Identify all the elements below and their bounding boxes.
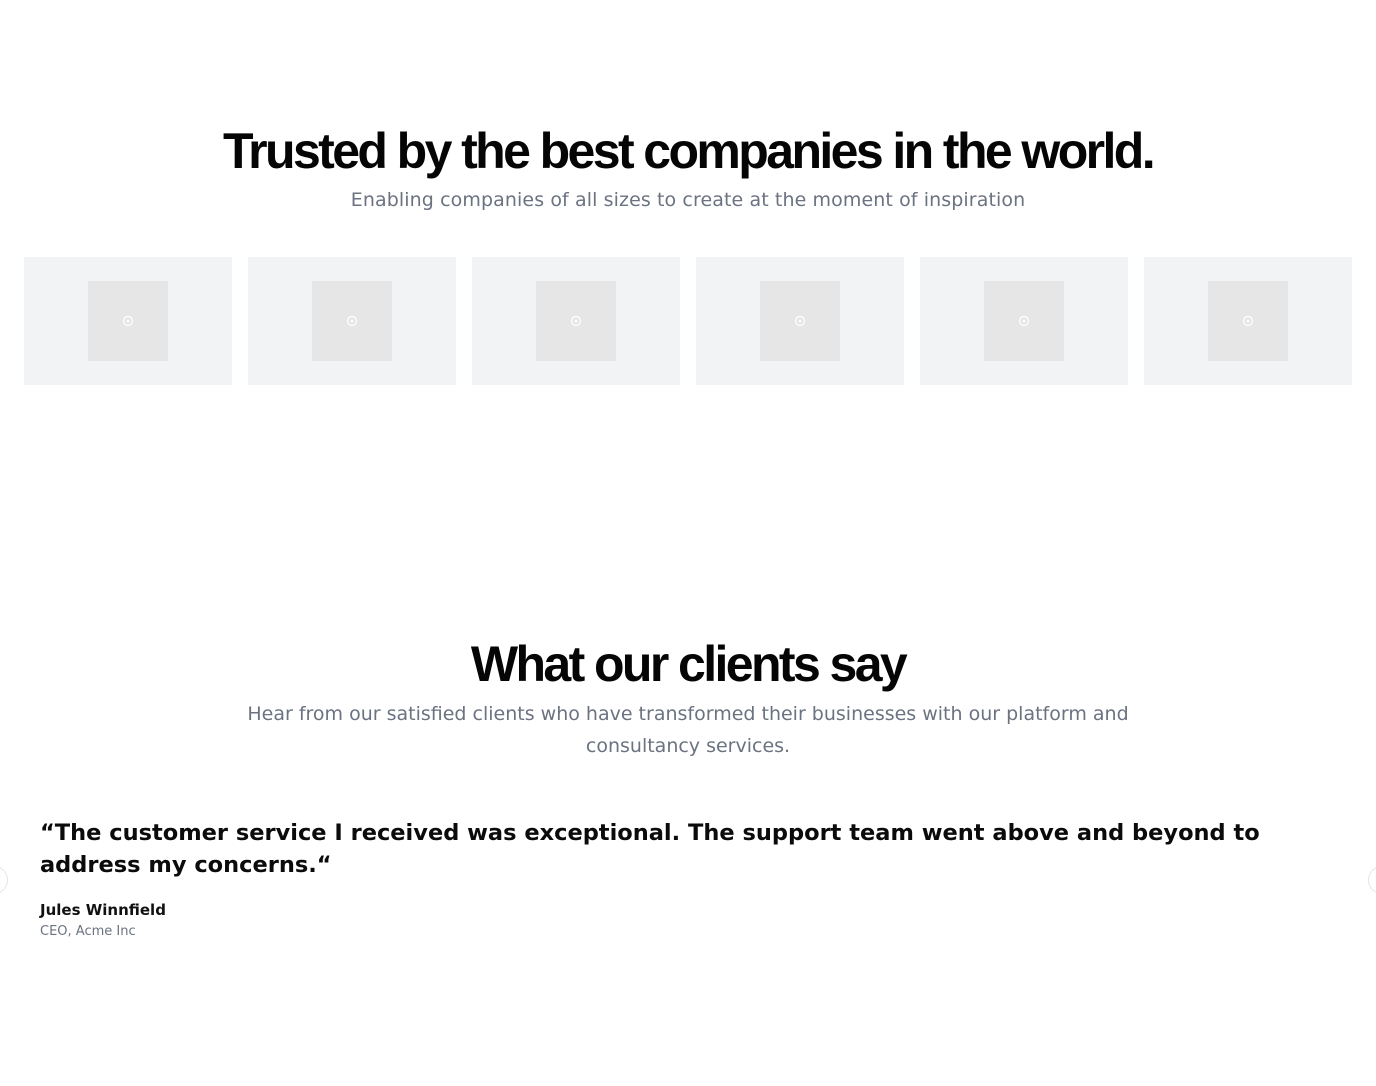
company-logo-card bbox=[920, 257, 1128, 385]
image-placeholder-icon bbox=[536, 281, 616, 361]
testimonials-subtitle: Hear from our satisfied clients who have… bbox=[247, 703, 1129, 757]
company-logo-card bbox=[472, 257, 680, 385]
testimonials-title: What our clients say bbox=[470, 636, 908, 692]
trusted-by-subtitle: Enabling companies of all sizes to creat… bbox=[350, 189, 1026, 211]
carousel-prev-button[interactable]: ‹ bbox=[0, 866, 8, 894]
company-logo-card bbox=[696, 257, 904, 385]
image-placeholder-icon bbox=[760, 281, 840, 361]
image-placeholder-icon bbox=[88, 281, 168, 361]
company-logo-card bbox=[1144, 257, 1352, 385]
carousel-next-button[interactable]: › bbox=[1368, 866, 1376, 894]
image-placeholder-icon bbox=[312, 281, 392, 361]
testimonial-author-role: CEO, Acme Inc bbox=[40, 924, 136, 939]
testimonial-author-name: Jules Winnfield bbox=[40, 901, 166, 919]
image-placeholder-icon bbox=[1208, 281, 1288, 361]
logo-grid bbox=[24, 257, 1352, 385]
testimonial-quote: “The customer service I received was exc… bbox=[40, 820, 1260, 878]
trusted-by-title: Trusted by the best companies in the wor… bbox=[222, 123, 1156, 179]
company-logo-card bbox=[24, 257, 232, 385]
image-placeholder-icon bbox=[984, 281, 1064, 361]
company-logo-card bbox=[248, 257, 456, 385]
